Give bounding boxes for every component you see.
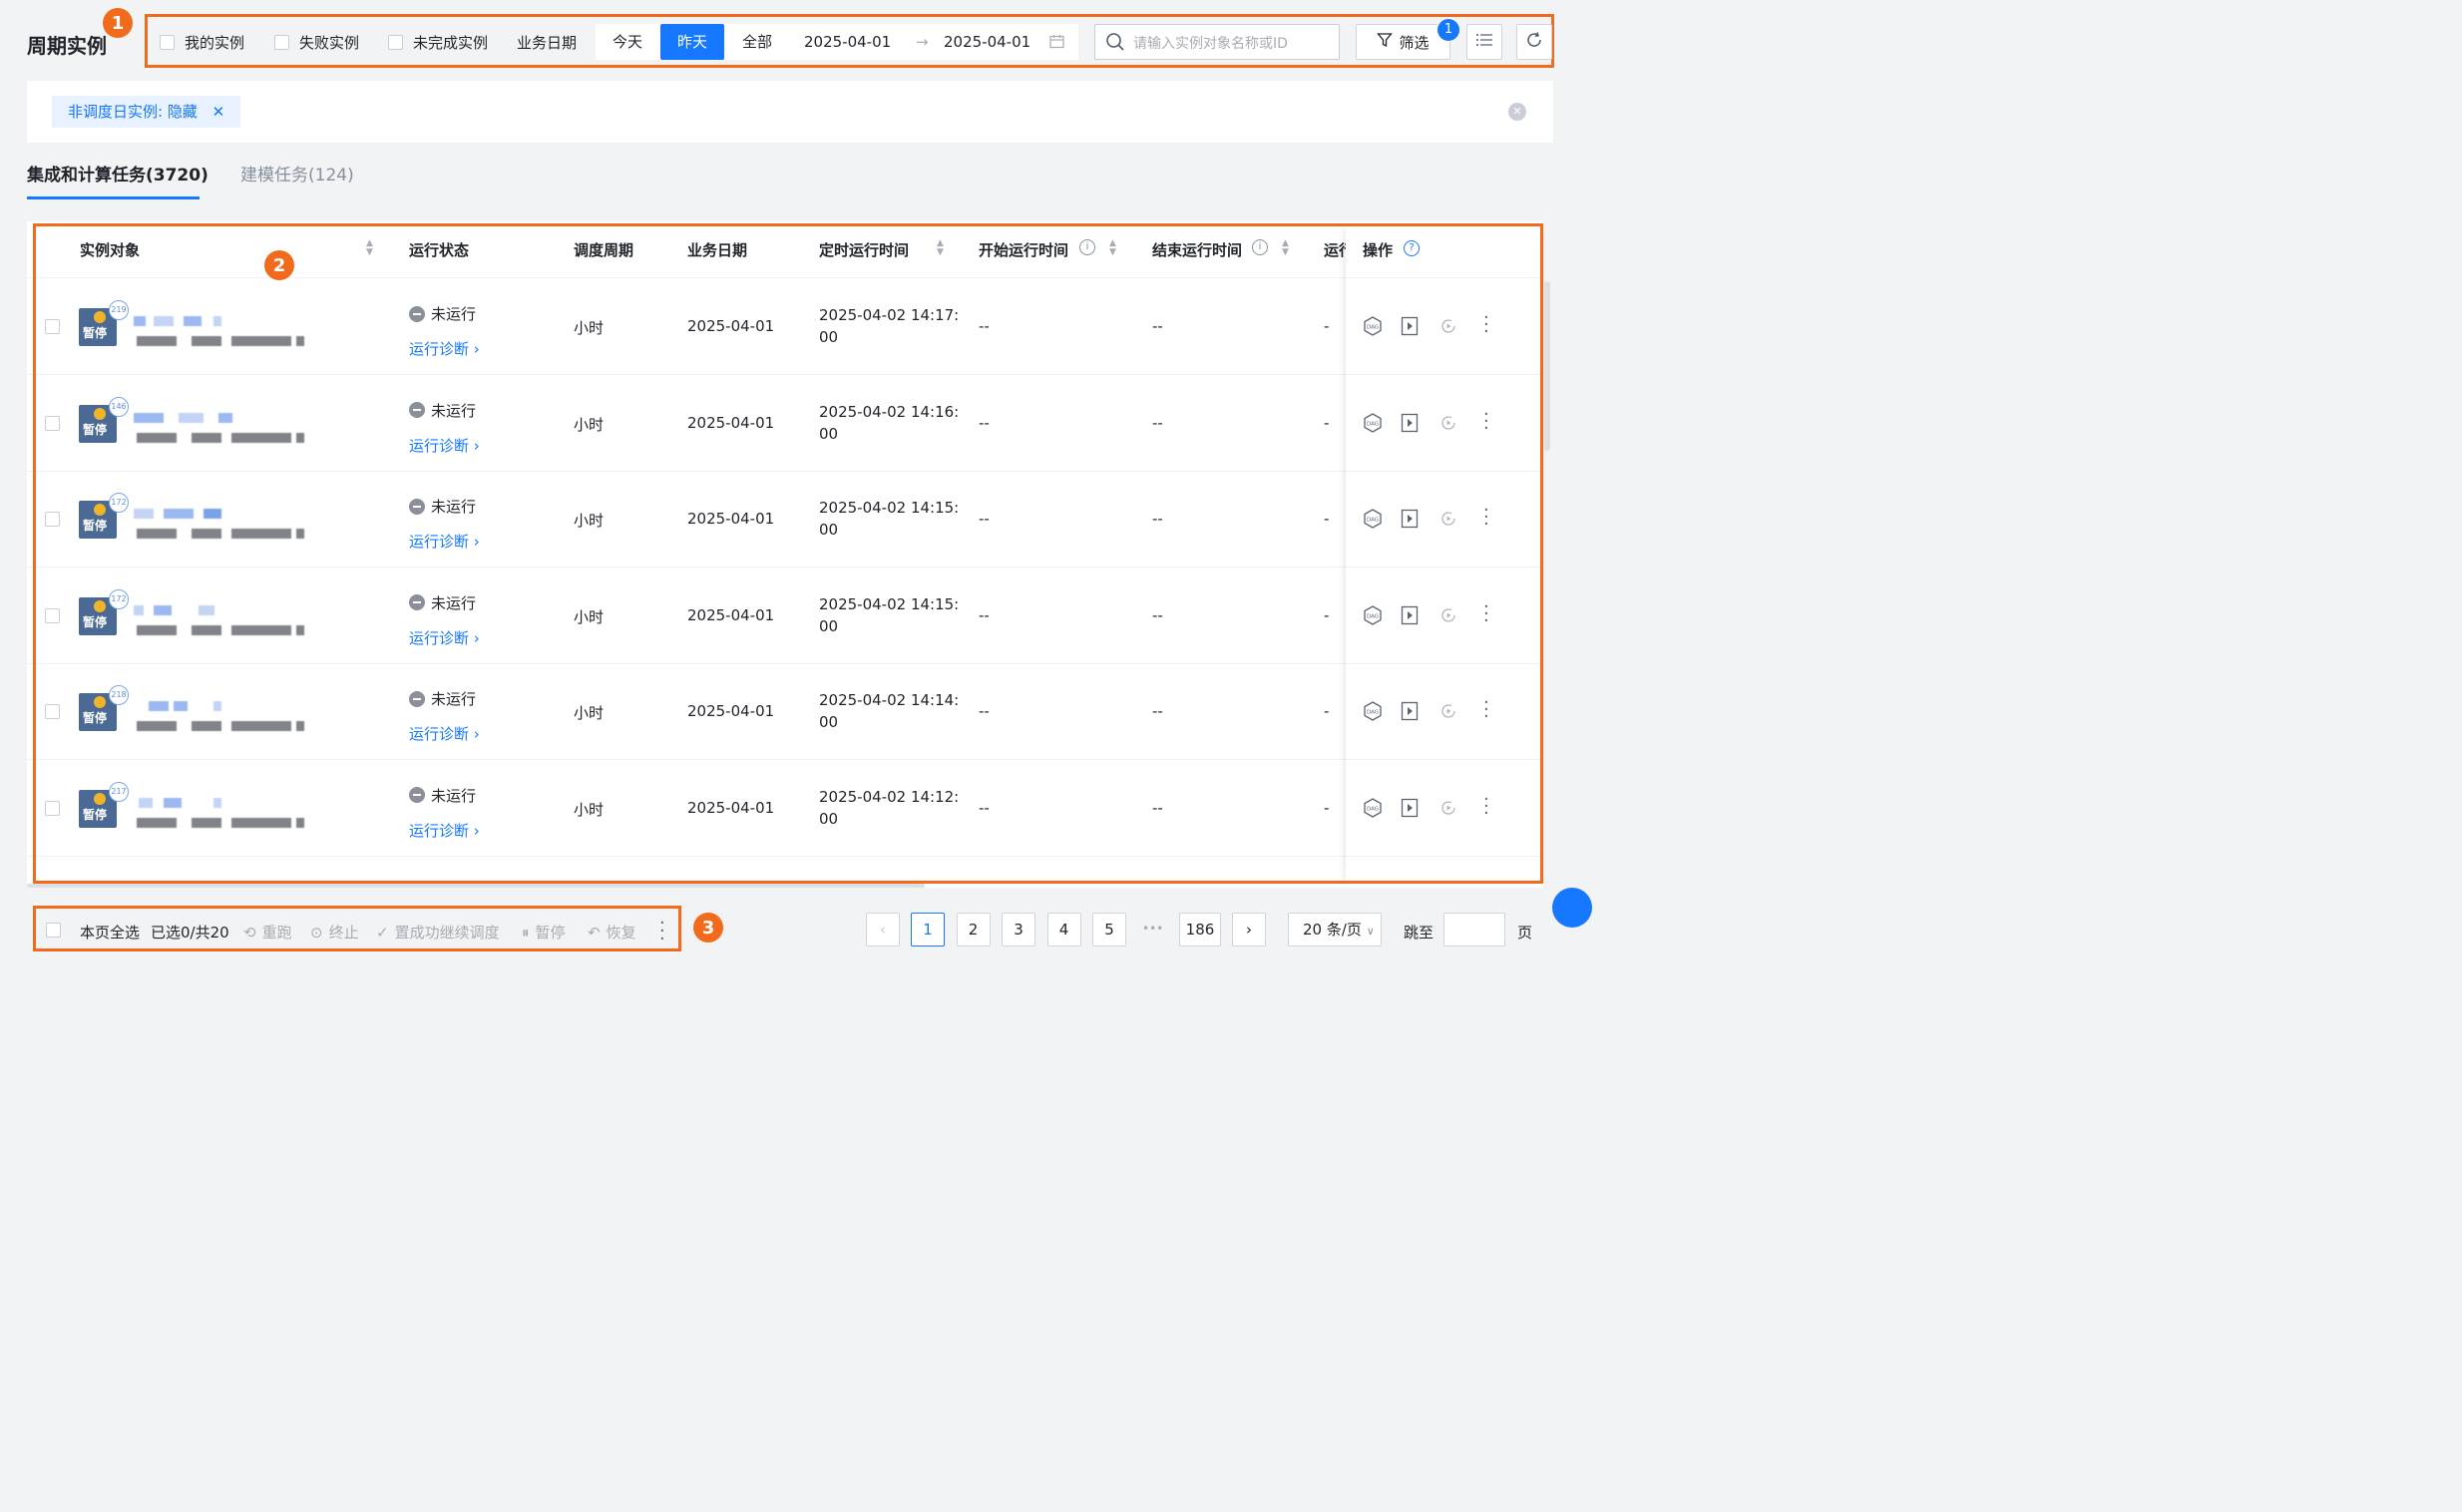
- incomplete-instances-label: 未完成实例: [413, 34, 489, 52]
- task-type-tabs: 集成和计算任务(3720) 建模任务(124): [27, 145, 1553, 204]
- horizontal-scrollbar[interactable]: [27, 884, 925, 888]
- date-start-input[interactable]: 2025-04-01: [804, 33, 891, 51]
- floating-help-button[interactable]: [1552, 888, 1592, 928]
- annotation-marker-3: 3: [693, 913, 723, 943]
- tab-integration-compute[interactable]: 集成和计算任务(3720): [27, 161, 208, 186]
- top-toolbar: 周期实例 1 我的实例 失败实例 未完成实例 业务日期 今天 昨天 全部 202…: [0, 0, 1564, 80]
- active-filter-tags: 非调度日实例: 隐藏 ✕ ✕: [27, 81, 1553, 143]
- active-filter-tag[interactable]: 非调度日实例: 隐藏 ✕: [52, 96, 241, 128]
- list-icon: [1475, 33, 1493, 51]
- refresh-icon: [1525, 31, 1543, 53]
- table-footer: 3 本页全选 已选0/共20 ⟲ 重跑 ⊙ 终止 ✓ 置成功继续调度 ⏸ 暂停 ↶ 恢复 …: [27, 898, 1553, 960]
- rerun-label: 重跑: [261, 924, 292, 942]
- refresh-button[interactable]: [1516, 24, 1552, 60]
- page-unit-label: 页: [1517, 924, 1533, 942]
- next-page-button[interactable]: ›: [1232, 913, 1266, 946]
- stop-button[interactable]: ⊙ 终止: [310, 922, 359, 943]
- my-instances-filter[interactable]: 我的实例: [160, 32, 244, 53]
- page-1[interactable]: 1: [911, 913, 945, 946]
- search-placeholder: 请输入实例对象名称或ID: [1133, 36, 1288, 52]
- failed-instances-checkbox[interactable]: [274, 35, 289, 50]
- search-icon: [1105, 32, 1125, 56]
- vertical-scrollbar[interactable]: [1544, 281, 1550, 451]
- set-success-button[interactable]: ✓ 置成功继续调度: [376, 922, 500, 943]
- chevron-down-icon: ∨: [1366, 925, 1375, 938]
- rerun-button[interactable]: ⟲ 重跑: [243, 922, 292, 943]
- stop-icon: ⊙: [310, 923, 323, 942]
- date-end-input[interactable]: 2025-04-01: [944, 33, 1030, 51]
- annotation-marker-1: 1: [103, 8, 133, 38]
- pause-button[interactable]: ⏸ 暂停: [522, 922, 566, 943]
- select-page-label: 本页全选: [80, 924, 141, 942]
- page-ellipsis[interactable]: •••: [1142, 922, 1163, 936]
- double-check-icon: ✓: [376, 923, 389, 942]
- my-instances-label: 我的实例: [185, 34, 245, 52]
- stop-label: 终止: [328, 924, 359, 942]
- set-success-label: 置成功继续调度: [394, 924, 500, 942]
- jump-page-input[interactable]: [1443, 913, 1505, 946]
- page-size-label: 20 条/页: [1303, 921, 1362, 939]
- more-actions-icon[interactable]: · · ·: [659, 915, 665, 948]
- column-settings-button[interactable]: [1466, 24, 1502, 60]
- pause-label: 暂停: [535, 924, 566, 942]
- failed-instances-filter[interactable]: 失败实例: [274, 32, 359, 53]
- page-186[interactable]: 186: [1179, 913, 1221, 946]
- page-3[interactable]: 3: [1002, 913, 1035, 946]
- page-2[interactable]: 2: [956, 913, 991, 946]
- prev-page-button[interactable]: ‹: [866, 913, 900, 946]
- business-date-label: 业务日期: [517, 34, 578, 52]
- active-filter-tag-label: 非调度日实例: 隐藏: [68, 103, 198, 121]
- yesterday-button[interactable]: 昨天: [660, 24, 724, 60]
- select-page-checkbox[interactable]: [46, 923, 61, 938]
- annotation-box-2: [33, 223, 1543, 884]
- calendar-icon[interactable]: [1049, 34, 1064, 53]
- search-input[interactable]: 请输入实例对象名称或ID: [1094, 24, 1340, 60]
- failed-instances-label: 失败实例: [299, 34, 360, 52]
- resume-label: 恢复: [606, 924, 636, 942]
- annotation-marker-2: 2: [264, 250, 294, 280]
- active-tab-indicator: [27, 196, 200, 199]
- page-4[interactable]: 4: [1046, 913, 1081, 946]
- jump-to-label: 跳至: [1404, 924, 1435, 942]
- filter-icon: [1377, 32, 1394, 52]
- incomplete-instances-checkbox[interactable]: [388, 35, 403, 50]
- tag-close-icon[interactable]: ✕: [212, 103, 225, 121]
- date-separator: →: [916, 33, 929, 51]
- resume-button[interactable]: ↶ 恢复: [588, 922, 636, 943]
- page-5[interactable]: 5: [1092, 913, 1126, 946]
- my-instances-checkbox[interactable]: [160, 35, 175, 50]
- rerun-icon: ⟲: [243, 923, 256, 942]
- all-button[interactable]: 全部: [725, 24, 789, 60]
- today-button[interactable]: 今天: [596, 24, 659, 60]
- filter-count-badge: 1: [1436, 18, 1460, 42]
- clear-all-icon[interactable]: ✕: [1508, 103, 1526, 121]
- pause-icon: ⏸: [522, 923, 530, 942]
- incomplete-instances-filter[interactable]: 未完成实例: [388, 32, 488, 53]
- page-size-select[interactable]: 20 条/页 ∨: [1288, 913, 1382, 946]
- page-title: 周期实例: [27, 34, 107, 58]
- filter-button-label: 筛选: [1399, 33, 1430, 52]
- tab-modeling[interactable]: 建模任务(124): [240, 161, 354, 186]
- undo-icon: ↶: [588, 923, 601, 942]
- selected-count: 已选0/共20: [151, 924, 229, 942]
